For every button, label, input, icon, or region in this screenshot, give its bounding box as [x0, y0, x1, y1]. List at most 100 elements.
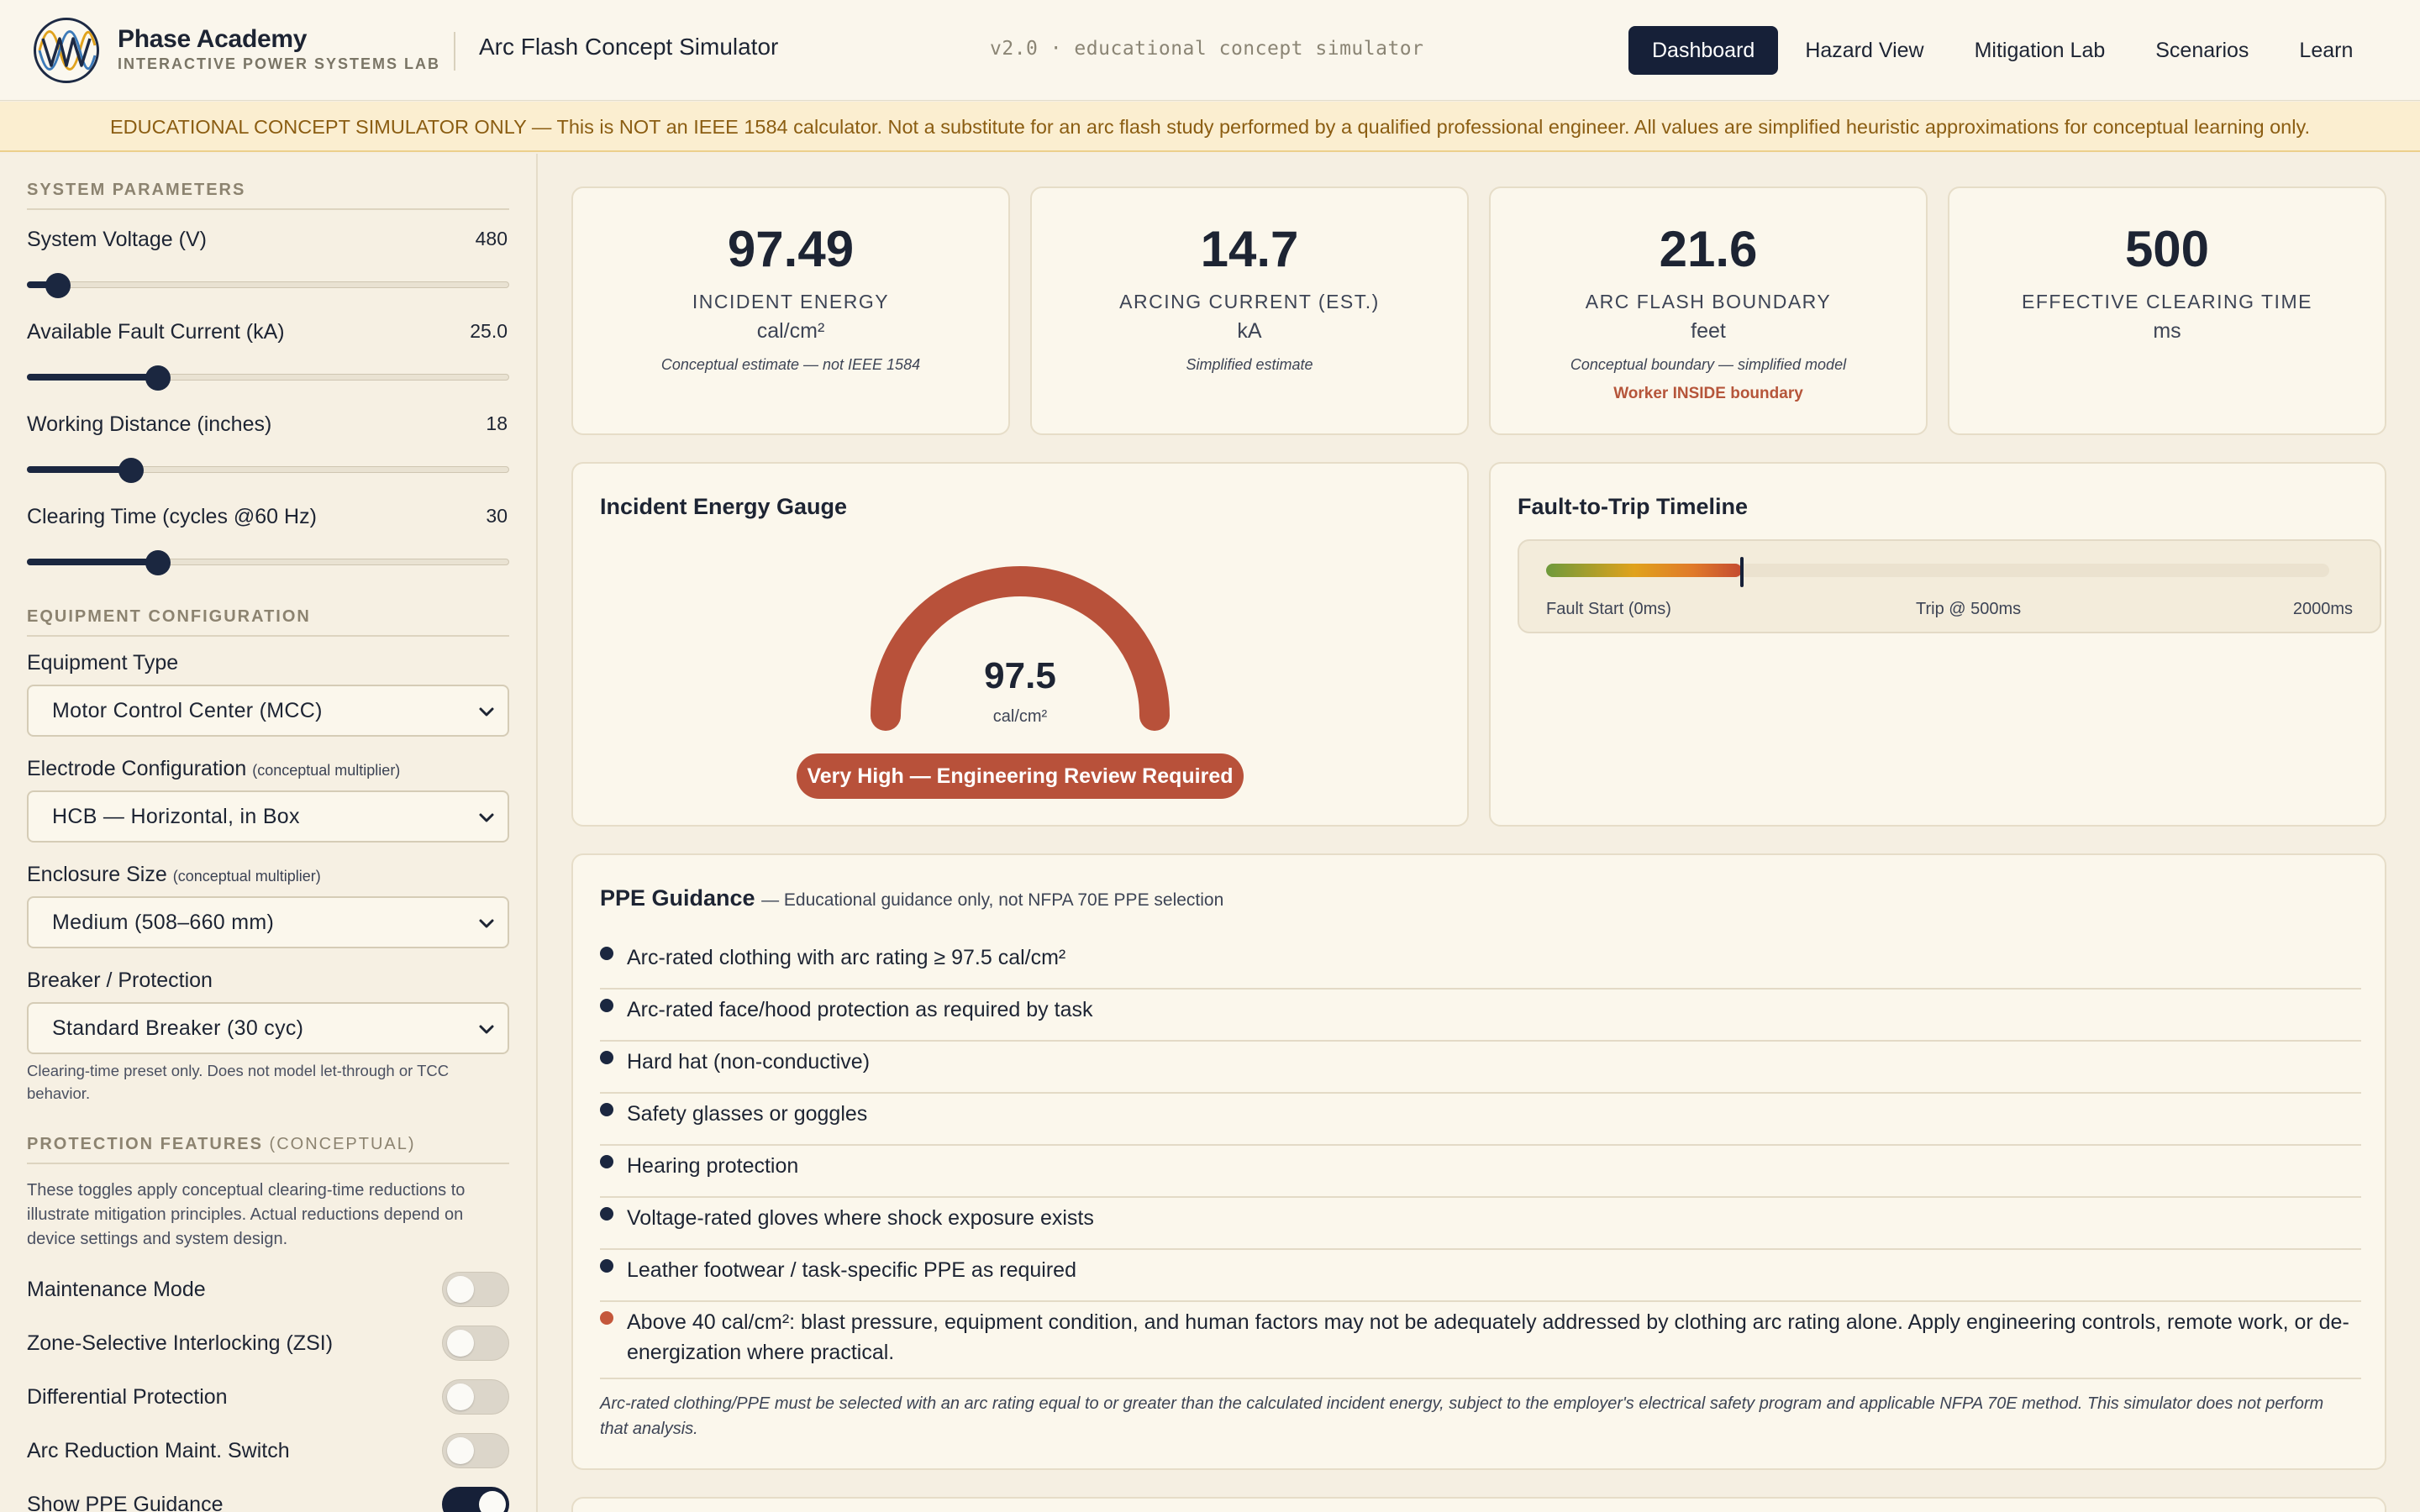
next-section-card — [571, 1497, 2386, 1512]
brand-name: Phase Academy — [118, 25, 308, 53]
bullet-icon — [600, 999, 613, 1012]
nav-hazard-view[interactable]: Hazard View — [1781, 26, 1947, 75]
slider-thumb[interactable] — [118, 458, 144, 483]
electrode-config-hint: (conceptual multiplier) — [252, 762, 401, 779]
ppe-item: Safety glasses or goggles — [600, 1094, 2361, 1146]
clearing-time-slider[interactable] — [27, 550, 509, 575]
fault-timeline-card: Fault-to-Trip Timeline Fault Start (0ms)… — [1489, 462, 2386, 827]
ppe-item: Arc-rated clothing with arc rating ≥ 97.… — [600, 937, 2361, 990]
voltage-label: System Voltage (V) — [27, 228, 207, 251]
ppe-item: Leather footwear / task-specific PPE as … — [600, 1250, 2361, 1302]
gauge-unit: cal/cm² — [992, 707, 1048, 726]
clearing-time-card: 500 EFFECTIVE CLEARING TIME ms — [1948, 186, 2386, 435]
arcing-current-unit: kA — [1237, 319, 1262, 343]
bullet-icon — [600, 947, 613, 960]
incident-energy-value: 97.49 — [727, 221, 855, 277]
toggle-knob — [447, 1330, 474, 1357]
ppe-footnote: Arc-rated clothing/PPE must be selected … — [600, 1394, 2324, 1438]
brand: Phase Academy INTERACTIVE POWER SYSTEMS … — [118, 25, 440, 73]
arc-flash-boundary-label: ARC FLASH BOUNDARY — [1585, 291, 1832, 312]
nav-dashboard[interactable]: Dashboard — [1628, 26, 1779, 75]
fault-current-label: Available Fault Current (kA) — [27, 320, 285, 344]
working-distance-slider[interactable] — [27, 458, 509, 483]
header-divider — [454, 32, 455, 71]
maintenance-mode-toggle[interactable] — [442, 1272, 509, 1307]
electrode-config-label: Electrode Configuration (conceptual mult… — [27, 757, 400, 781]
incident-energy-label: INCIDENT ENERGY — [692, 291, 890, 312]
equipment-config-title: EQUIPMENT CONFIGURATION — [27, 607, 509, 637]
arc-reduction-label: Arc Reduction Maint. Switch — [27, 1439, 290, 1462]
show-ppe-label: Show PPE Guidance — [27, 1493, 224, 1512]
enclosure-size-hint: (conceptual multiplier) — [172, 868, 321, 885]
incident-energy-unit: cal/cm² — [756, 319, 825, 343]
breaker-select[interactable]: Standard Breaker (30 cyc) — [27, 1002, 509, 1054]
show-ppe-toggle[interactable] — [442, 1487, 509, 1512]
chevron-down-icon — [479, 707, 494, 717]
zsi-toggle[interactable] — [442, 1326, 509, 1361]
breaker-note: Clearing-time preset only. Does not mode… — [27, 1062, 450, 1102]
incident-energy-gauge-card: Incident Energy Gauge 97.5 cal/cm² Very … — [571, 462, 1469, 827]
ppe-item-text: Hard hat (non-conductive) — [627, 1050, 871, 1074]
protection-features-title-text: PROTECTION FEATURES — [27, 1135, 263, 1153]
ppe-item-text: Arc-rated face/hood protection as requir… — [627, 998, 1093, 1021]
incident-energy-card: 97.49 INCIDENT ENERGY cal/cm² Conceptual… — [571, 186, 1010, 435]
breaker-label: Breaker / Protection — [27, 969, 213, 992]
electrode-config-value: HCB — Horizontal, in Box — [52, 805, 300, 828]
maintenance-mode-label: Maintenance Mode — [27, 1278, 206, 1301]
ppe-warning-text: Above 40 cal/cm²: blast pressure, equipm… — [627, 1310, 2349, 1364]
working-distance-value: 18 — [486, 412, 508, 434]
hazard-level-badge: Very High — Engineering Review Required — [797, 753, 1244, 799]
slider-thumb[interactable] — [145, 550, 171, 575]
equipment-type-select[interactable]: Motor Control Center (MCC) — [27, 685, 509, 737]
timeline-box: Fault Start (0ms) Trip @ 500ms 2000ms — [1518, 539, 2381, 633]
enclosure-size-label-text: Enclosure Size — [27, 863, 167, 886]
toggle-knob — [479, 1491, 506, 1512]
slider-thumb[interactable] — [145, 365, 171, 391]
breaker-value: Standard Breaker (30 cyc) — [52, 1016, 304, 1040]
ppe-item: Hearing protection — [600, 1146, 2361, 1198]
electrode-config-select[interactable]: HCB — Horizontal, in Box — [27, 790, 509, 843]
slider-fill — [27, 559, 159, 565]
nav-scenarios[interactable]: Scenarios — [2132, 26, 2272, 75]
equipment-type-label: Equipment Type — [27, 651, 179, 675]
ppe-item: Voltage-rated gloves where shock exposur… — [600, 1198, 2361, 1250]
ppe-item: Arc-rated face/hood protection as requir… — [600, 990, 2361, 1042]
chevron-down-icon — [479, 1025, 494, 1034]
warning-bullet-icon — [600, 1311, 613, 1325]
arcing-current-note: Simplified estimate — [1186, 356, 1313, 373]
differential-protection-toggle[interactable] — [442, 1379, 509, 1415]
toggle-knob — [447, 1437, 474, 1464]
brand-subtitle: INTERACTIVE POWER SYSTEMS LAB — [118, 55, 441, 72]
slider-fill — [27, 466, 131, 473]
boundary-warning: Worker INSIDE boundary — [1613, 385, 1803, 402]
ppe-guidance-card: PPE Guidance — Educational guidance only… — [571, 853, 2386, 1470]
timeline-end-label: 2000ms — [2292, 600, 2353, 618]
voltage-slider[interactable] — [27, 273, 509, 298]
toggle-knob — [447, 1383, 474, 1410]
arcing-current-card: 14.7 ARCING CURRENT (EST.) kA Simplified… — [1030, 186, 1469, 435]
ppe-item-text: Arc-rated clothing with arc rating ≥ 97.… — [627, 946, 1066, 969]
arc-flash-boundary-note: Conceptual boundary — simplified model — [1570, 356, 1847, 373]
arc-reduction-toggle[interactable] — [442, 1433, 509, 1468]
equipment-type-value: Motor Control Center (MCC) — [52, 699, 323, 722]
differential-protection-label: Differential Protection — [27, 1385, 228, 1409]
version-label: v2.0 · educational concept simulator — [990, 38, 1424, 60]
zsi-label: Zone-Selective Interlocking (ZSI) — [27, 1331, 334, 1355]
main-nav: Dashboard Hazard View Mitigation Lab Sce… — [1625, 26, 2376, 75]
protection-note: These toggles apply conceptual clearing-… — [27, 1181, 466, 1248]
slider-thumb[interactable] — [45, 273, 71, 298]
gauge-title: Incident Energy Gauge — [600, 494, 848, 519]
incident-energy-note: Conceptual estimate — not IEEE 1584 — [660, 356, 921, 373]
fault-current-slider[interactable] — [27, 365, 509, 391]
nav-mitigation-lab[interactable]: Mitigation Lab — [1951, 26, 2129, 75]
timeline-track — [1546, 557, 2329, 587]
arcing-current-value: 14.7 — [1200, 221, 1299, 277]
clearing-time-kpi-unit: ms — [2153, 319, 2181, 343]
gauge-value: 97.5 — [984, 655, 1056, 696]
timeline-trip-label: Trip @ 500ms — [1916, 600, 2022, 618]
nav-learn[interactable]: Learn — [2275, 26, 2376, 75]
arc-flash-boundary-card: 21.6 ARC FLASH BOUNDARY feet Conceptual … — [1489, 186, 1928, 435]
bullet-icon — [600, 1207, 613, 1221]
app-header: Phase Academy INTERACTIVE POWER SYSTEMS … — [0, 0, 2420, 101]
enclosure-size-select[interactable]: Medium (508–660 mm) — [27, 896, 509, 948]
